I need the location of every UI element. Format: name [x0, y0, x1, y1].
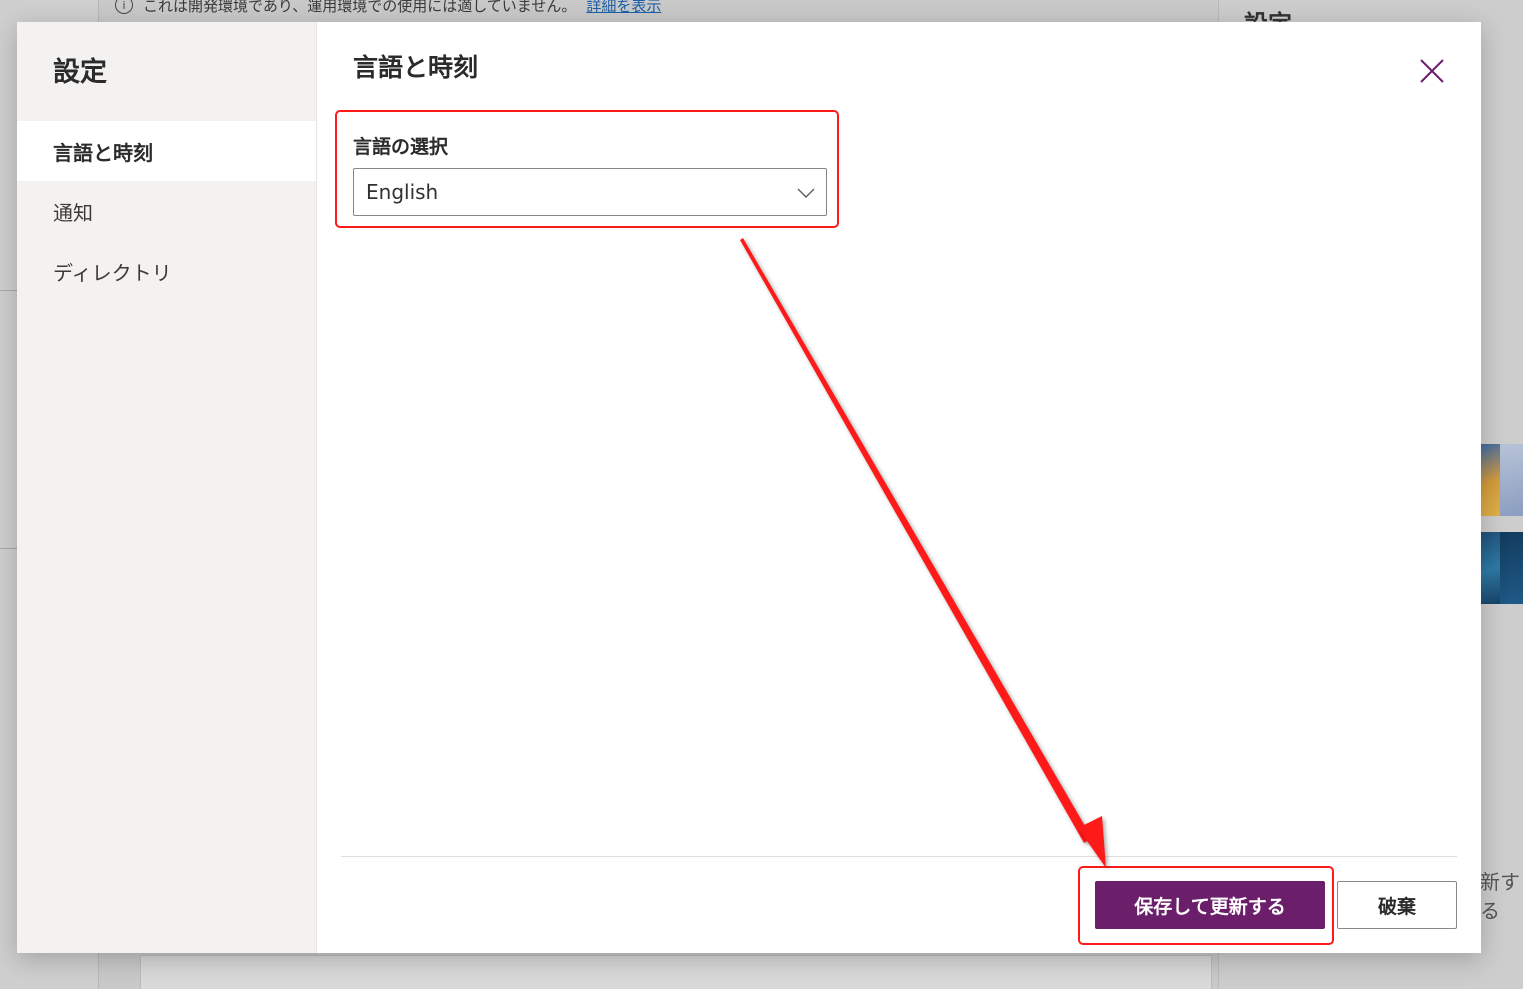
- background-banner-text: これは開発環境であり、運用環境での使用には適していません。: [143, 0, 577, 15]
- sidebar-title: 設定: [53, 57, 107, 88]
- settings-sidebar: 設定 言語と時刻 通知 ディレクトリ: [17, 22, 317, 953]
- save-and-refresh-button[interactable]: 保存して更新する: [1095, 881, 1325, 929]
- settings-dialog: 設定 言語と時刻 通知 ディレクトリ 言語と時刻 言語の選択 English 保…: [17, 22, 1481, 953]
- sidebar-item-label: ディレクトリ: [53, 260, 172, 285]
- background-banner: i これは開発環境であり、運用環境での使用には適していません。 詳細を表示: [115, 0, 661, 18]
- background-banner-link: 詳細を表示: [586, 0, 662, 15]
- language-select-label: 言語の選択: [353, 136, 449, 158]
- background-right-snippet: 新する: [1480, 870, 1520, 923]
- sidebar-item-label: 通知: [53, 200, 93, 225]
- close-button[interactable]: [1416, 55, 1448, 87]
- close-icon: [1420, 59, 1444, 83]
- chevron-down-icon: [797, 188, 815, 198]
- sidebar-item-notifications[interactable]: 通知: [17, 181, 316, 241]
- footer-divider: [341, 856, 1457, 857]
- background-thumbnail: [1500, 444, 1523, 516]
- background-card: [140, 955, 1212, 989]
- discard-button[interactable]: 破棄: [1337, 881, 1457, 929]
- sidebar-item-language-time[interactable]: 言語と時刻: [17, 121, 316, 181]
- sidebar-item-directory[interactable]: ディレクトリ: [17, 241, 316, 301]
- info-icon: i: [115, 0, 133, 14]
- language-select-value: English: [366, 180, 439, 204]
- page-title: 言語と時刻: [353, 53, 479, 82]
- background-thumbnail: [1500, 532, 1523, 604]
- sidebar-item-label: 言語と時刻: [53, 140, 153, 165]
- language-select[interactable]: English: [353, 168, 827, 216]
